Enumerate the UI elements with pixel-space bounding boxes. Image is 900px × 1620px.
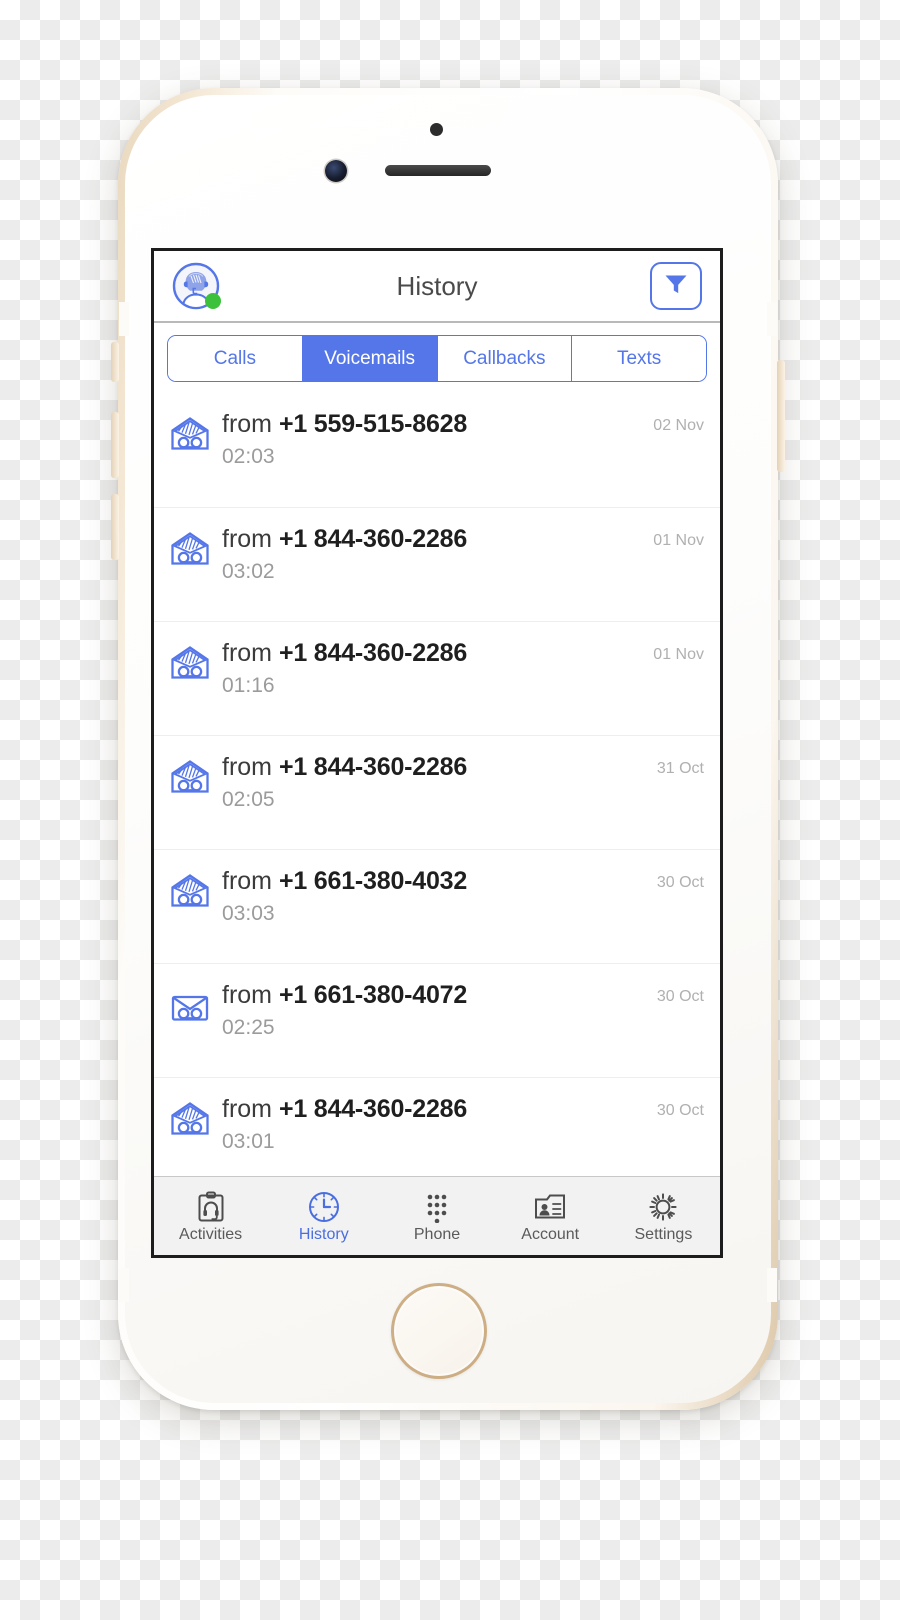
- voicemail-from-label: from: [222, 981, 272, 1009]
- voicemail-phone-number: +1 844-360-2286: [278, 525, 468, 553]
- voicemail-phone-number: +1 559-515-8628: [278, 410, 468, 438]
- voicemail-phone-number: +1 661-380-4032: [278, 867, 468, 895]
- front-camera-icon: [325, 160, 347, 182]
- tab-label: Account: [521, 1225, 580, 1243]
- volume-up-button[interactable]: [111, 412, 119, 478]
- voicemail-sealed-envelope-icon: [169, 984, 211, 1024]
- earpiece-speaker-icon: [385, 165, 491, 176]
- voicemail-open-envelope-icon: [169, 642, 211, 682]
- history-filter-tabs-container: Calls Voicemails Callbacks Texts: [154, 323, 720, 393]
- clock-icon: [308, 1190, 340, 1224]
- voicemail-caller-line: from +1 661-380-4072: [222, 981, 657, 1011]
- voicemail-row[interactable]: from +1 844-360-2286 03:01 30 Oct: [154, 1077, 720, 1176]
- tab-label: Settings: [634, 1225, 693, 1243]
- voicemail-duration: 03:03: [222, 901, 275, 925]
- antenna-band: [119, 302, 129, 336]
- voicemail-details: from +1 844-360-2286 03:02: [222, 524, 653, 584]
- segment-callbacks[interactable]: Callbacks: [437, 336, 573, 381]
- voicemail-from-label: from: [222, 753, 272, 781]
- clipboard-headset-icon: [196, 1190, 226, 1224]
- segment-texts[interactable]: Texts: [572, 336, 706, 381]
- voicemail-date: 30 Oct: [656, 1102, 704, 1119]
- contact-card-icon: [534, 1190, 566, 1224]
- segmented-control: Calls Voicemails Callbacks Texts: [167, 335, 707, 382]
- voicemail-open-envelope-icon: [169, 870, 211, 910]
- home-button[interactable]: [391, 1283, 487, 1379]
- gear-icon: [647, 1190, 679, 1224]
- voicemail-date: 01 Nov: [653, 646, 704, 663]
- tab-activities[interactable]: Activities: [154, 1177, 267, 1255]
- tab-phone[interactable]: Phone: [380, 1177, 493, 1255]
- voicemail-open-envelope-icon: [169, 528, 211, 568]
- phone-screen: History Calls Voicemails Callbacks Texts: [151, 248, 723, 1258]
- segment-calls[interactable]: Calls: [168, 336, 303, 381]
- volume-down-button[interactable]: [111, 494, 119, 560]
- voicemail-phone-number: +1 661-380-4072: [278, 981, 468, 1009]
- bottom-tab-bar: Activities History Phone Account Setting…: [154, 1176, 720, 1255]
- tab-label: Phone: [413, 1225, 461, 1243]
- voicemail-details: from +1 844-360-2286 02:05: [222, 752, 657, 812]
- presence-status-dot: [205, 293, 221, 309]
- voicemail-caller-line: from +1 844-360-2286: [222, 525, 653, 555]
- voicemail-caller-line: from +1 844-360-2286: [222, 639, 653, 669]
- voicemail-caller-line: from +1 844-360-2286: [222, 1095, 657, 1125]
- tab-history[interactable]: History: [267, 1177, 380, 1255]
- voicemail-date: 02 Nov: [653, 417, 704, 434]
- voicemail-duration: 01:16: [222, 673, 275, 697]
- voicemail-details: from +1 844-360-2286 03:01: [222, 1094, 657, 1154]
- voicemail-caller-line: from +1 559-515-8628: [222, 410, 653, 440]
- voicemail-phone-number: +1 844-360-2286: [278, 1095, 468, 1123]
- voicemail-caller-line: from +1 844-360-2286: [222, 753, 657, 783]
- tab-account[interactable]: Account: [494, 1177, 607, 1255]
- voicemail-row[interactable]: from +1 844-360-2286 01:16 01 Nov: [154, 621, 720, 735]
- voicemail-duration: 02:05: [222, 787, 275, 811]
- dialpad-icon: [422, 1190, 452, 1224]
- voicemail-date: 30 Oct: [656, 874, 704, 891]
- voicemail-row[interactable]: from +1 844-360-2286 03:02 01 Nov: [154, 507, 720, 621]
- voicemail-phone-number: +1 844-360-2286: [278, 753, 468, 781]
- antenna-band: [119, 1268, 129, 1302]
- voicemail-date: 01 Nov: [653, 532, 704, 549]
- voicemail-row[interactable]: from +1 661-380-4072 02:25 30 Oct: [154, 963, 720, 1077]
- voicemail-date: 30 Oct: [656, 988, 704, 1005]
- antenna-band: [767, 302, 777, 336]
- power-button[interactable]: [777, 360, 785, 472]
- voicemail-duration: 03:01: [222, 1129, 275, 1153]
- page-title: History: [396, 270, 478, 301]
- voicemail-phone-number: +1 844-360-2286: [278, 639, 468, 667]
- voicemail-from-label: from: [222, 639, 272, 667]
- mute-switch[interactable]: [111, 342, 119, 382]
- voicemail-details: from +1 661-380-4072 02:25: [222, 980, 657, 1040]
- segment-voicemails[interactable]: Voicemails: [302, 336, 438, 381]
- voicemail-row[interactable]: from +1 844-360-2286 02:05 31 Oct: [154, 735, 720, 849]
- filter-funnel-icon: [663, 272, 689, 301]
- voicemail-from-label: from: [222, 1095, 272, 1123]
- voicemail-from-label: from: [222, 867, 272, 895]
- agent-headset-avatar-icon[interactable]: [172, 262, 221, 310]
- voicemail-from-label: from: [222, 410, 272, 438]
- voicemail-from-label: from: [222, 525, 272, 553]
- voicemail-list[interactable]: from +1 559-515-8628 02:03 02 Nov from +…: [154, 393, 720, 1176]
- voicemail-details: from +1 661-380-4032 03:03: [222, 866, 657, 926]
- voicemail-row[interactable]: from +1 661-380-4032 03:03 30 Oct: [154, 849, 720, 963]
- voicemail-open-envelope-icon: [169, 756, 211, 796]
- voicemail-date: 31 Oct: [656, 760, 704, 777]
- filter-button[interactable]: [650, 262, 702, 310]
- voicemail-open-envelope-icon: [169, 413, 211, 453]
- tab-label: Activities: [179, 1225, 243, 1243]
- navigation-bar: History: [154, 251, 720, 323]
- voicemail-duration: 03:02: [222, 559, 275, 583]
- voicemail-details: from +1 844-360-2286 01:16: [222, 638, 653, 698]
- voicemail-duration: 02:25: [222, 1015, 275, 1039]
- voicemail-row[interactable]: from +1 559-515-8628 02:03 02 Nov: [154, 393, 720, 507]
- voicemail-details: from +1 559-515-8628 02:03: [222, 409, 653, 469]
- voicemail-open-envelope-icon: [169, 1098, 211, 1138]
- voicemail-caller-line: from +1 661-380-4032: [222, 867, 657, 897]
- tab-settings[interactable]: Settings: [607, 1177, 720, 1255]
- tab-label: History: [298, 1225, 349, 1243]
- voicemail-duration: 02:03: [222, 444, 275, 468]
- antenna-band: [767, 1268, 777, 1302]
- proximity-sensor-icon: [430, 123, 443, 136]
